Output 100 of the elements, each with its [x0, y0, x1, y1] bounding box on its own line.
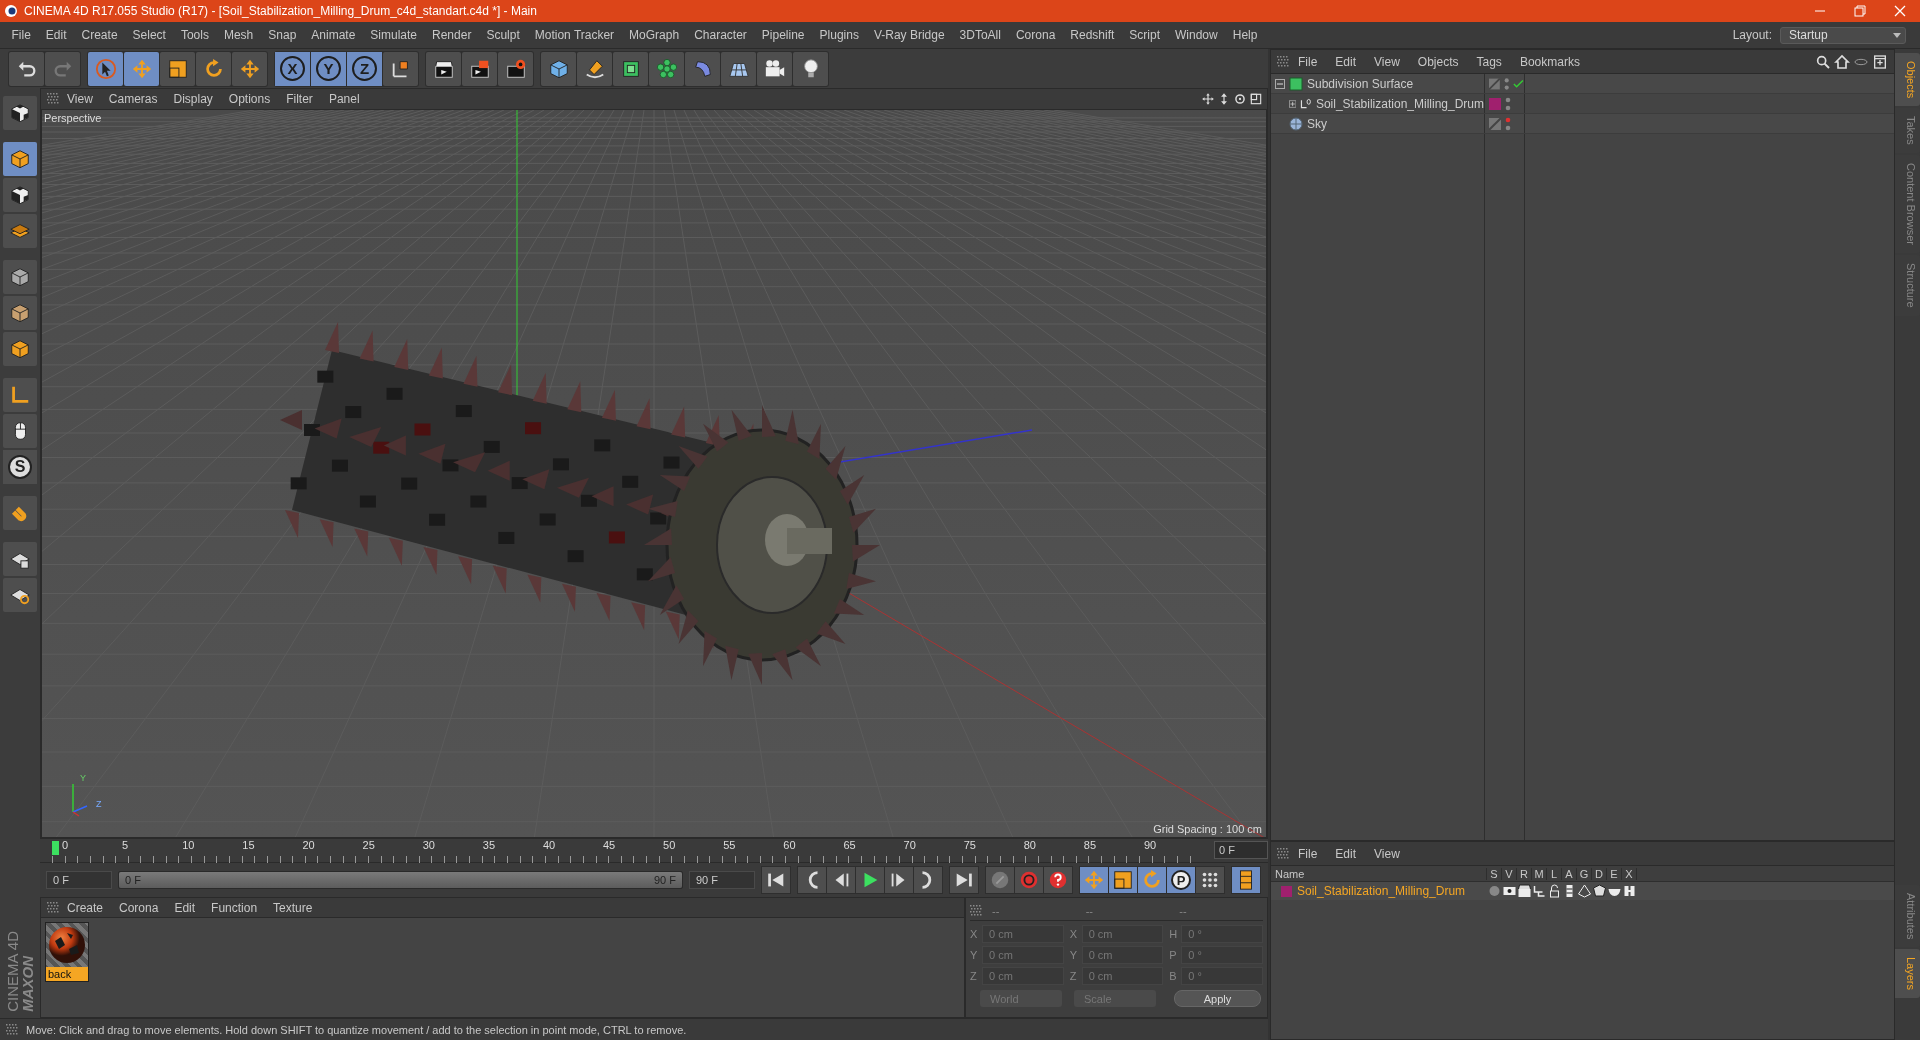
object-name[interactable]: Sky — [1307, 116, 1327, 131]
menu-item[interactable]: View — [1365, 846, 1409, 861]
padlock-icon[interactable] — [1547, 884, 1562, 898]
layer-color-swatch[interactable] — [1281, 885, 1292, 897]
menu-item[interactable]: Options — [220, 92, 279, 106]
toolbar-button[interactable] — [124, 51, 159, 86]
toolbar-button[interactable] — [762, 867, 790, 893]
toolbar-button[interactable] — [914, 867, 942, 893]
axis-lock-button[interactable]: X — [275, 51, 310, 86]
column-header[interactable]: R — [1517, 867, 1532, 880]
menu-item[interactable]: Corona — [1008, 28, 1063, 42]
toolbar-button[interactable] — [757, 51, 792, 86]
solo-dot-icon[interactable] — [1487, 884, 1502, 898]
toolbar-button[interactable] — [1044, 867, 1072, 893]
toolbar-button[interactable] — [1196, 867, 1224, 893]
column-header[interactable]: A — [1562, 867, 1577, 880]
column-header[interactable]: L — [1547, 867, 1562, 880]
end-frame-field[interactable]: 90 F — [689, 871, 755, 889]
side-tab[interactable]: Objects — [1895, 53, 1920, 107]
menu-item[interactable]: Snap — [260, 28, 304, 42]
menu-item[interactable]: Edit — [1326, 54, 1366, 69]
material-swatch[interactable]: back — [45, 922, 89, 982]
key-param-button[interactable]: P — [1167, 867, 1195, 893]
menu-item[interactable]: Texture — [265, 900, 321, 915]
snap-button[interactable]: S — [3, 450, 37, 484]
toolbar-button[interactable] — [3, 414, 37, 448]
pyramid-icon[interactable] — [1577, 884, 1592, 898]
column-header[interactable]: S — [1487, 867, 1502, 880]
collapse-toggle-icon[interactable] — [1275, 78, 1285, 89]
menu-item[interactable]: View — [59, 92, 101, 106]
menu-item[interactable]: Pipeline — [754, 28, 813, 42]
axis-lock-button[interactable]: Y — [311, 51, 346, 86]
start-frame-field[interactable]: 0 F — [46, 871, 112, 889]
menu-item[interactable]: Sculpt — [478, 28, 528, 42]
menu-item[interactable]: View — [1365, 54, 1409, 69]
toolbar-button[interactable] — [3, 178, 37, 212]
toolbar-button[interactable] — [383, 51, 418, 86]
menu-item[interactable]: Tags — [1467, 54, 1511, 69]
toolbar-button[interactable] — [950, 867, 978, 893]
menu-item[interactable]: Panel — [320, 92, 368, 106]
object-name[interactable]: Soil_Stabilization_Milling_Drum — [1315, 96, 1484, 111]
menu-item[interactable]: Edit — [38, 28, 75, 42]
menu-item[interactable]: File — [1289, 54, 1327, 69]
column-header[interactable]: Name — [1271, 867, 1487, 880]
toolbar-button[interactable] — [1232, 867, 1260, 893]
menu-item[interactable]: Plugins — [812, 28, 867, 42]
menu-item[interactable]: Help — [1225, 28, 1265, 42]
close-icon[interactable] — [1894, 5, 1906, 17]
playhead-marker[interactable] — [52, 841, 59, 855]
menu-item[interactable]: Animate — [303, 28, 363, 42]
toolbar-button[interactable] — [541, 51, 576, 86]
toolbar-button[interactable] — [498, 51, 533, 86]
eye-icon[interactable] — [1502, 884, 1517, 898]
menu-item[interactable]: MoGraph — [621, 28, 687, 42]
toolbar-button[interactable] — [3, 542, 37, 576]
column-header[interactable]: X — [1622, 867, 1637, 880]
toolbar-button[interactable] — [827, 867, 855, 893]
menu-item[interactable]: Corona — [111, 900, 167, 915]
menu-item[interactable]: Motion Tracker — [527, 28, 622, 42]
toolbar-button[interactable] — [426, 51, 461, 86]
current-frame-field[interactable]: 0 F — [1214, 841, 1268, 859]
menu-item[interactable]: Bookmarks — [1510, 54, 1589, 69]
menu-item[interactable]: Filter — [278, 92, 321, 106]
toolbar-button[interactable] — [3, 96, 37, 130]
menu-item[interactable]: Simulate — [362, 28, 425, 42]
column-header[interactable]: M — [1532, 867, 1547, 880]
menu-item[interactable]: 3DToAll — [952, 28, 1009, 42]
toolbar-button[interactable] — [160, 51, 195, 86]
column-header[interactable]: G — [1577, 867, 1592, 880]
menu-item[interactable]: Create — [74, 28, 126, 42]
menu-item[interactable]: Display — [165, 92, 221, 106]
toolbar-button[interactable] — [885, 867, 913, 893]
menu-item[interactable]: V-Ray Bridge — [866, 28, 953, 42]
layout-dropdown[interactable]: Startup — [1780, 26, 1906, 44]
menu-item[interactable]: Edit — [166, 900, 204, 915]
object-name[interactable]: Subdivision Surface — [1307, 76, 1414, 91]
layer-color-swatch[interactable] — [1489, 97, 1501, 110]
menu-item[interactable]: File — [1289, 846, 1327, 861]
menu-item[interactable]: Tools — [173, 28, 217, 42]
toolbar-button[interactable] — [649, 51, 684, 86]
column-header[interactable]: V — [1502, 867, 1517, 880]
clapperboard-icon[interactable] — [1517, 884, 1532, 898]
restore-icon[interactable] — [1854, 5, 1866, 17]
toolbar-button[interactable] — [721, 51, 756, 86]
toolbar-button[interactable] — [3, 578, 37, 612]
menu-item[interactable]: Edit — [1326, 846, 1366, 861]
toolbar-button[interactable] — [9, 51, 44, 86]
hierarchy-icon[interactable] — [1532, 884, 1547, 898]
menu-item[interactable]: Objects — [1408, 54, 1468, 69]
viewport-canvas[interactable]: Perspective Grid Spacing : 100 cm Y Z — [41, 109, 1267, 838]
expand-toggle-icon[interactable] — [1289, 98, 1297, 109]
menu-item[interactable]: Create — [59, 900, 112, 915]
menu-item[interactable]: Mesh — [216, 28, 261, 42]
toolbar-button[interactable] — [462, 51, 497, 86]
toolbar-button[interactable] — [577, 51, 612, 86]
toolbar-button[interactable] — [613, 51, 648, 86]
menu-item[interactable]: Cameras — [100, 92, 166, 106]
shield-icon[interactable] — [1592, 884, 1607, 898]
menu-item[interactable]: Character — [686, 28, 755, 42]
axis-lock-button[interactable]: Z — [347, 51, 382, 86]
